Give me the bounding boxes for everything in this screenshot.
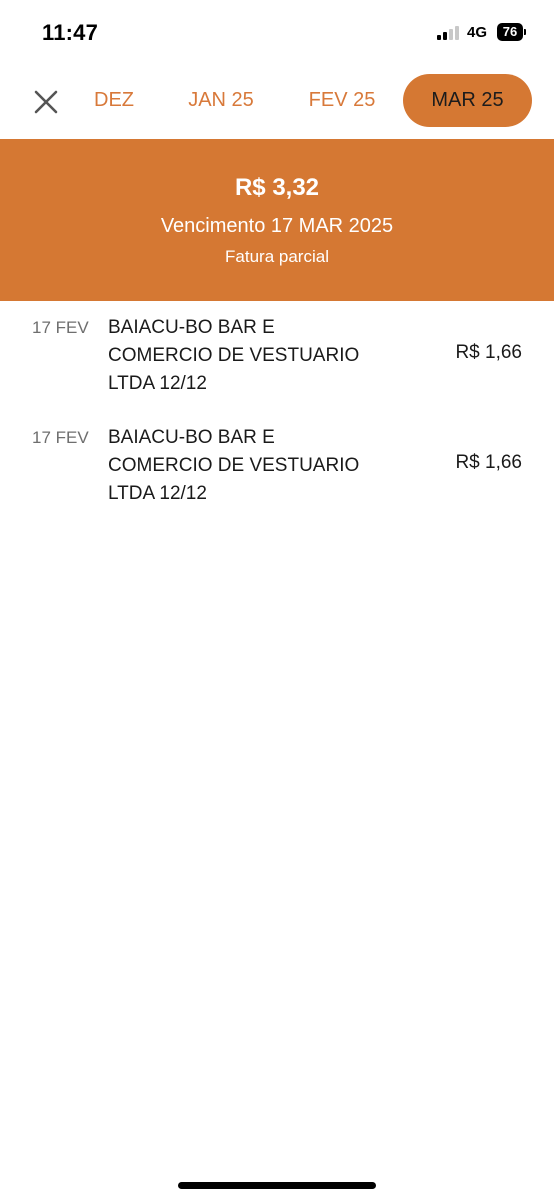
tab-jan-25[interactable]: JAN 25 — [176, 74, 266, 127]
transaction-date: 17 FEV — [32, 318, 89, 337]
transaction-amount: R$ 1,66 — [455, 452, 522, 473]
transaction-list: 17 FEV BAIACU-BO BAR E COMERCIO DE VESTU… — [0, 302, 554, 522]
transaction-description: BAIACU-BO BAR E COMERCIO DE VESTUARIO LT… — [108, 314, 408, 398]
signal-strength-icon — [437, 26, 463, 40]
transaction-row[interactable]: 17 FEV BAIACU-BO BAR E COMERCIO DE VESTU… — [0, 302, 554, 412]
tab-mar-25[interactable]: MAR 25 — [403, 74, 532, 127]
home-indicator[interactable] — [178, 1182, 376, 1189]
battery-icon: 76 — [497, 23, 523, 41]
month-nav: DEZ JAN 25 FEV 25 MAR 25 — [0, 66, 554, 138]
description-line: COMERCIO DE VESTUARIO — [108, 345, 360, 366]
invoice-total: R$ 3,32 — [234, 174, 320, 201]
battery-tip — [524, 29, 526, 35]
network-type: 4G — [467, 24, 488, 41]
status-time: 11:47 — [42, 20, 99, 45]
tab-dez[interactable]: DEZ — [93, 74, 135, 127]
transaction-row[interactable]: 17 FEV BAIACU-BO BAR E COMERCIO DE VESTU… — [0, 412, 554, 522]
description-line: BAIACU-BO BAR E — [108, 317, 275, 338]
description-line: LTDA 12/12 — [108, 483, 207, 504]
transaction-amount: R$ 1,66 — [455, 342, 522, 363]
due-date: Vencimento 17 MAR 2025 — [160, 215, 394, 237]
description-line: COMERCIO DE VESTUARIO — [108, 455, 360, 476]
status-bar: 11:47 4G 76 — [0, 0, 554, 66]
tab-fev-25[interactable]: FEV 25 — [296, 74, 388, 127]
invoice-status: Fatura parcial — [225, 247, 329, 266]
description-line: LTDA 12/12 — [108, 373, 207, 394]
invoice-screen: 11:47 4G 76 DEZ JAN 25 FEV 25 MAR 25 R$ … — [0, 0, 554, 1200]
transaction-date: 17 FEV — [32, 428, 89, 447]
close-icon — [34, 90, 58, 114]
close-button[interactable] — [28, 84, 64, 120]
transaction-description: BAIACU-BO BAR E COMERCIO DE VESTUARIO LT… — [108, 424, 408, 508]
invoice-summary: R$ 3,32 Vencimento 17 MAR 2025 Fatura pa… — [0, 139, 554, 301]
description-line: BAIACU-BO BAR E — [108, 427, 275, 448]
